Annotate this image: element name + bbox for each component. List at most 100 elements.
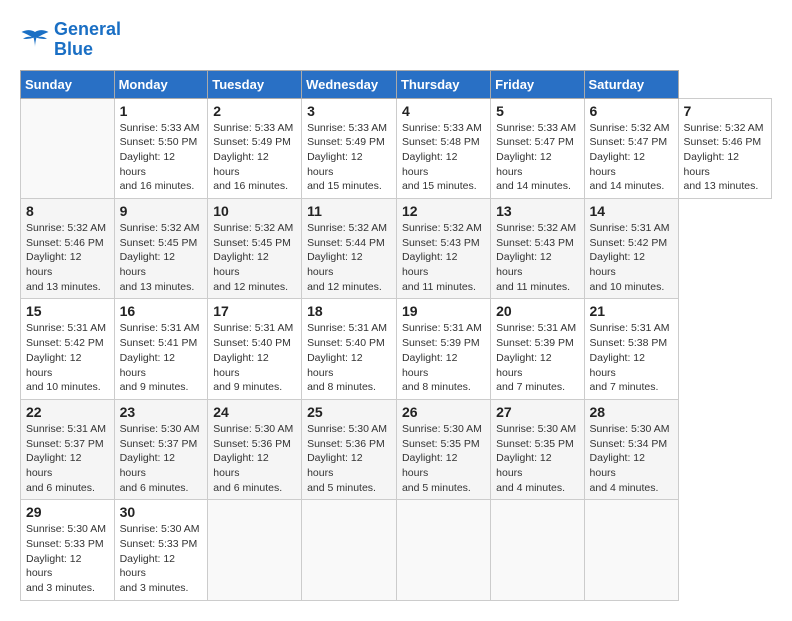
calendar-cell: 23 Sunrise: 5:30 AMSunset: 5:37 PMDaylig… bbox=[114, 399, 208, 499]
logo-text-general: General bbox=[54, 20, 121, 40]
empty-cell bbox=[21, 98, 115, 198]
day-number: 19 bbox=[402, 303, 485, 319]
day-number: 15 bbox=[26, 303, 109, 319]
weekday-header-row: SundayMondayTuesdayWednesdayThursdayFrid… bbox=[21, 70, 772, 98]
day-number: 5 bbox=[496, 103, 578, 119]
calendar-week-row: 22 Sunrise: 5:31 AMSunset: 5:37 PMDaylig… bbox=[21, 399, 772, 499]
calendar-cell bbox=[208, 500, 302, 600]
calendar-cell: 6 Sunrise: 5:32 AMSunset: 5:47 PMDayligh… bbox=[584, 98, 678, 198]
day-info: Sunrise: 5:31 AMSunset: 5:42 PMDaylight:… bbox=[26, 322, 106, 393]
day-number: 4 bbox=[402, 103, 485, 119]
calendar-cell: 25 Sunrise: 5:30 AMSunset: 5:36 PMDaylig… bbox=[302, 399, 397, 499]
calendar-week-row: 29 Sunrise: 5:30 AMSunset: 5:33 PMDaylig… bbox=[21, 500, 772, 600]
day-info: Sunrise: 5:33 AMSunset: 5:49 PMDaylight:… bbox=[307, 122, 387, 193]
calendar-cell: 5 Sunrise: 5:33 AMSunset: 5:47 PMDayligh… bbox=[491, 98, 584, 198]
day-number: 13 bbox=[496, 203, 578, 219]
calendar-cell: 3 Sunrise: 5:33 AMSunset: 5:49 PMDayligh… bbox=[302, 98, 397, 198]
day-info: Sunrise: 5:30 AMSunset: 5:33 PMDaylight:… bbox=[26, 523, 106, 594]
day-number: 24 bbox=[213, 404, 296, 420]
weekday-header-sunday: Sunday bbox=[21, 70, 115, 98]
day-info: Sunrise: 5:30 AMSunset: 5:35 PMDaylight:… bbox=[402, 423, 482, 494]
day-number: 23 bbox=[120, 404, 203, 420]
calendar-table: SundayMondayTuesdayWednesdayThursdayFrid… bbox=[20, 70, 772, 601]
calendar-cell: 14 Sunrise: 5:31 AMSunset: 5:42 PMDaylig… bbox=[584, 199, 678, 299]
day-info: Sunrise: 5:32 AMSunset: 5:44 PMDaylight:… bbox=[307, 222, 387, 293]
day-info: Sunrise: 5:31 AMSunset: 5:40 PMDaylight:… bbox=[213, 322, 293, 393]
calendar-cell: 27 Sunrise: 5:30 AMSunset: 5:35 PMDaylig… bbox=[491, 399, 584, 499]
day-info: Sunrise: 5:32 AMSunset: 5:46 PMDaylight:… bbox=[26, 222, 106, 293]
day-info: Sunrise: 5:31 AMSunset: 5:37 PMDaylight:… bbox=[26, 423, 106, 494]
day-info: Sunrise: 5:33 AMSunset: 5:50 PMDaylight:… bbox=[120, 122, 200, 193]
weekday-header-thursday: Thursday bbox=[396, 70, 490, 98]
calendar-cell: 22 Sunrise: 5:31 AMSunset: 5:37 PMDaylig… bbox=[21, 399, 115, 499]
day-number: 12 bbox=[402, 203, 485, 219]
calendar-cell: 19 Sunrise: 5:31 AMSunset: 5:39 PMDaylig… bbox=[396, 299, 490, 399]
day-info: Sunrise: 5:32 AMSunset: 5:47 PMDaylight:… bbox=[590, 122, 670, 193]
day-info: Sunrise: 5:30 AMSunset: 5:36 PMDaylight:… bbox=[213, 423, 293, 494]
day-info: Sunrise: 5:30 AMSunset: 5:33 PMDaylight:… bbox=[120, 523, 200, 594]
calendar-cell: 1 Sunrise: 5:33 AMSunset: 5:50 PMDayligh… bbox=[114, 98, 208, 198]
weekday-header-monday: Monday bbox=[114, 70, 208, 98]
day-number: 8 bbox=[26, 203, 109, 219]
day-info: Sunrise: 5:33 AMSunset: 5:48 PMDaylight:… bbox=[402, 122, 482, 193]
calendar-cell: 29 Sunrise: 5:30 AMSunset: 5:33 PMDaylig… bbox=[21, 500, 115, 600]
calendar-cell: 28 Sunrise: 5:30 AMSunset: 5:34 PMDaylig… bbox=[584, 399, 678, 499]
day-number: 1 bbox=[120, 103, 203, 119]
calendar-cell: 15 Sunrise: 5:31 AMSunset: 5:42 PMDaylig… bbox=[21, 299, 115, 399]
day-info: Sunrise: 5:31 AMSunset: 5:39 PMDaylight:… bbox=[402, 322, 482, 393]
calendar-cell: 20 Sunrise: 5:31 AMSunset: 5:39 PMDaylig… bbox=[491, 299, 584, 399]
calendar-cell: 8 Sunrise: 5:32 AMSunset: 5:46 PMDayligh… bbox=[21, 199, 115, 299]
calendar-week-row: 8 Sunrise: 5:32 AMSunset: 5:46 PMDayligh… bbox=[21, 199, 772, 299]
calendar-cell: 10 Sunrise: 5:32 AMSunset: 5:45 PMDaylig… bbox=[208, 199, 302, 299]
day-info: Sunrise: 5:30 AMSunset: 5:34 PMDaylight:… bbox=[590, 423, 670, 494]
day-number: 14 bbox=[590, 203, 673, 219]
day-number: 30 bbox=[120, 504, 203, 520]
day-number: 10 bbox=[213, 203, 296, 219]
day-info: Sunrise: 5:32 AMSunset: 5:45 PMDaylight:… bbox=[213, 222, 293, 293]
calendar-cell: 12 Sunrise: 5:32 AMSunset: 5:43 PMDaylig… bbox=[396, 199, 490, 299]
day-number: 2 bbox=[213, 103, 296, 119]
day-info: Sunrise: 5:32 AMSunset: 5:43 PMDaylight:… bbox=[402, 222, 482, 293]
logo-icon bbox=[20, 27, 50, 52]
day-number: 9 bbox=[120, 203, 203, 219]
day-info: Sunrise: 5:30 AMSunset: 5:36 PMDaylight:… bbox=[307, 423, 387, 494]
day-number: 7 bbox=[684, 103, 766, 119]
calendar-cell: 18 Sunrise: 5:31 AMSunset: 5:40 PMDaylig… bbox=[302, 299, 397, 399]
day-number: 29 bbox=[26, 504, 109, 520]
day-info: Sunrise: 5:31 AMSunset: 5:39 PMDaylight:… bbox=[496, 322, 576, 393]
calendar-cell: 11 Sunrise: 5:32 AMSunset: 5:44 PMDaylig… bbox=[302, 199, 397, 299]
calendar-cell: 21 Sunrise: 5:31 AMSunset: 5:38 PMDaylig… bbox=[584, 299, 678, 399]
weekday-header-tuesday: Tuesday bbox=[208, 70, 302, 98]
day-number: 18 bbox=[307, 303, 391, 319]
day-info: Sunrise: 5:31 AMSunset: 5:42 PMDaylight:… bbox=[590, 222, 670, 293]
day-number: 16 bbox=[120, 303, 203, 319]
calendar-cell: 16 Sunrise: 5:31 AMSunset: 5:41 PMDaylig… bbox=[114, 299, 208, 399]
calendar-cell bbox=[491, 500, 584, 600]
day-info: Sunrise: 5:31 AMSunset: 5:38 PMDaylight:… bbox=[590, 322, 670, 393]
day-number: 26 bbox=[402, 404, 485, 420]
day-number: 3 bbox=[307, 103, 391, 119]
day-number: 20 bbox=[496, 303, 578, 319]
day-number: 27 bbox=[496, 404, 578, 420]
day-number: 17 bbox=[213, 303, 296, 319]
calendar-cell: 13 Sunrise: 5:32 AMSunset: 5:43 PMDaylig… bbox=[491, 199, 584, 299]
calendar-cell bbox=[584, 500, 678, 600]
calendar-cell: 30 Sunrise: 5:30 AMSunset: 5:33 PMDaylig… bbox=[114, 500, 208, 600]
day-info: Sunrise: 5:32 AMSunset: 5:46 PMDaylight:… bbox=[684, 122, 764, 193]
day-number: 11 bbox=[307, 203, 391, 219]
day-info: Sunrise: 5:30 AMSunset: 5:37 PMDaylight:… bbox=[120, 423, 200, 494]
page-header: General Blue bbox=[20, 20, 772, 60]
calendar-cell: 2 Sunrise: 5:33 AMSunset: 5:49 PMDayligh… bbox=[208, 98, 302, 198]
calendar-cell: 17 Sunrise: 5:31 AMSunset: 5:40 PMDaylig… bbox=[208, 299, 302, 399]
day-info: Sunrise: 5:31 AMSunset: 5:41 PMDaylight:… bbox=[120, 322, 200, 393]
calendar-cell bbox=[396, 500, 490, 600]
calendar-week-row: 1 Sunrise: 5:33 AMSunset: 5:50 PMDayligh… bbox=[21, 98, 772, 198]
day-info: Sunrise: 5:32 AMSunset: 5:43 PMDaylight:… bbox=[496, 222, 576, 293]
calendar-cell: 4 Sunrise: 5:33 AMSunset: 5:48 PMDayligh… bbox=[396, 98, 490, 198]
day-number: 6 bbox=[590, 103, 673, 119]
day-number: 22 bbox=[26, 404, 109, 420]
logo-text-blue: Blue bbox=[54, 40, 121, 60]
day-number: 21 bbox=[590, 303, 673, 319]
calendar-cell: 26 Sunrise: 5:30 AMSunset: 5:35 PMDaylig… bbox=[396, 399, 490, 499]
day-number: 28 bbox=[590, 404, 673, 420]
